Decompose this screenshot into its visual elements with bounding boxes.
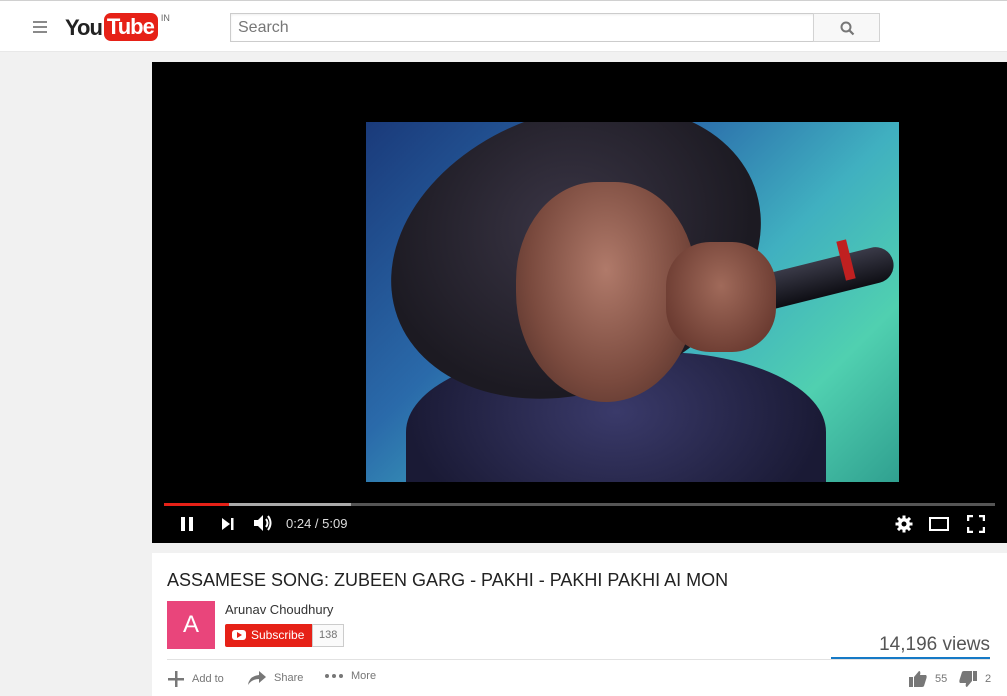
like-button[interactable]: 55 [908,670,947,688]
next-button[interactable] [221,517,235,536]
gear-icon [895,515,913,533]
video-frame[interactable] [366,122,899,482]
pause-button[interactable] [180,516,194,537]
plus-icon [168,671,184,687]
search-box [230,13,814,42]
search-button[interactable] [813,13,880,42]
dislike-count: 2 [985,673,992,685]
fullscreen-icon [966,514,986,534]
more-dots-icon [325,674,343,678]
video-info-card: ASSAMESE SONG: ZUBEEN GARG - PAKHI - PAK… [152,553,1007,696]
masthead: You Tube IN [0,0,1007,52]
dislike-button[interactable]: 2 [958,670,991,688]
share-label: Share [274,672,304,684]
theater-icon [929,517,949,531]
channel-name[interactable]: Arunav Choudhury [225,602,333,617]
youtube-play-icon [232,630,246,640]
share-button[interactable]: Share [247,670,303,686]
video-title: ASSAMESE SONG: ZUBEEN GARG - PAKHI - PAK… [167,570,729,590]
thumbs-up-icon [909,671,927,687]
share-icon [248,671,266,685]
search-icon [840,21,855,36]
add-to-label: Add to [192,673,224,685]
country-code: IN [160,13,170,23]
volume-button[interactable] [253,514,273,537]
add-to-button[interactable]: Add to [167,670,224,688]
subscribe-label: Subscribe [251,628,305,642]
hamburger-menu-icon[interactable] [33,21,49,33]
settings-button[interactable] [895,515,913,538]
more-label: More [351,670,377,682]
more-button[interactable]: More [324,670,376,682]
volume-icon [254,515,272,531]
youtube-logo[interactable]: You Tube IN [65,13,170,43]
subscriber-count: 138 [312,624,345,647]
pause-icon [181,517,193,531]
logo-tube-text: Tube [103,13,158,41]
thumbs-down-icon [959,671,977,687]
theater-mode-button[interactable] [929,517,949,536]
search-input[interactable] [231,14,814,41]
progress-bar[interactable] [164,503,995,506]
fullscreen-button[interactable] [966,514,986,538]
logo-you-text: You [65,15,103,40]
progress-played [164,503,229,506]
like-count: 55 [935,673,948,685]
next-icon [222,518,234,530]
view-count: 14,196 views [879,634,990,655]
video-player[interactable]: 0:24 / 5:09 [152,62,1007,543]
time-display: 0:24 / 5:09 [286,516,348,531]
divider [167,659,990,660]
channel-avatar[interactable]: A [167,601,215,649]
subscribe-button[interactable]: Subscribe [225,624,313,647]
